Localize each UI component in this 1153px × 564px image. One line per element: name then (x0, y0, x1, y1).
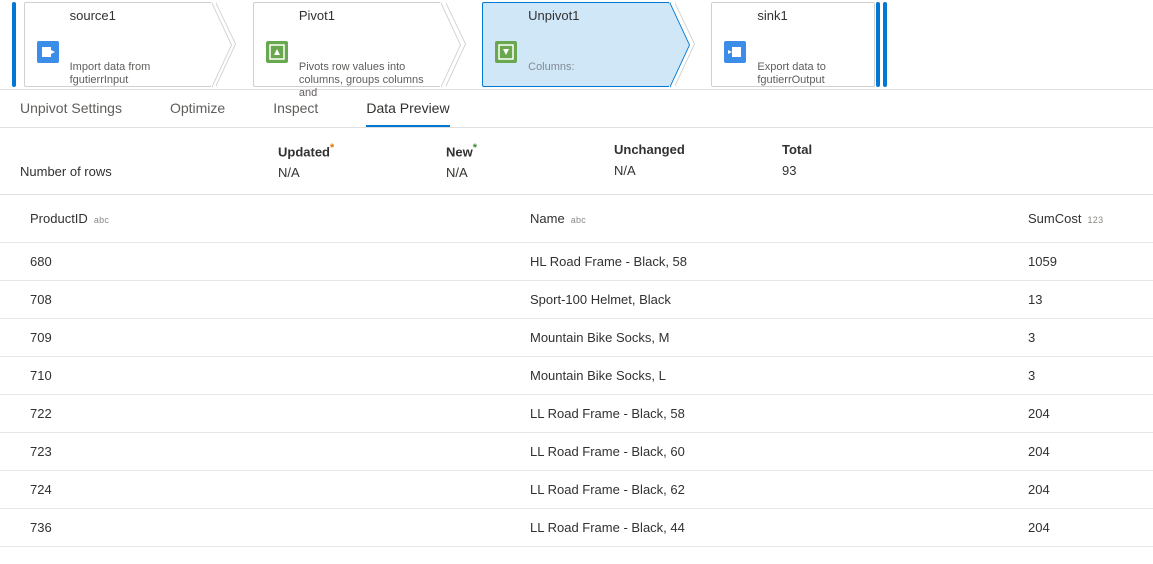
cell-name: LL Road Frame - Black, 44 (530, 520, 1028, 535)
cell-sumcost: 204 (1028, 406, 1141, 421)
flow-start-bar (12, 2, 16, 87)
summary-updated-header: Updated* (278, 142, 446, 159)
node-desc: Import data from fgutierrInput (70, 61, 203, 87)
cell-productid: 723 (30, 444, 530, 459)
node-title: Unpivot1 (528, 8, 661, 23)
node-title: Pivot1 (299, 8, 432, 23)
table-row[interactable]: 723LL Road Frame - Black, 60204 (0, 433, 1153, 471)
summary-new-header: New* (446, 142, 614, 159)
cell-productid: 709 (30, 330, 530, 345)
cell-sumcost: 3 (1028, 330, 1141, 345)
cell-name: Mountain Bike Socks, M (530, 330, 1028, 345)
sink-icon (724, 41, 746, 63)
node-desc: Pivots row values into columns, groups c… (299, 61, 432, 100)
node-desc: Columns: (528, 61, 661, 74)
node-title: sink1 (757, 8, 866, 23)
summary-rowcount-label: Number of rows (20, 142, 278, 180)
node-desc: Export data to fgutierrOutput (757, 61, 866, 87)
cell-name: LL Road Frame - Black, 58 (530, 406, 1028, 421)
table-row[interactable]: 710Mountain Bike Socks, L3 (0, 357, 1153, 395)
table-row[interactable]: 736LL Road Frame - Black, 44204 (0, 509, 1153, 547)
data-table: ProductIDabc Nameabc SumCost123 680HL Ro… (0, 195, 1153, 547)
flow-end-bars (873, 2, 887, 90)
unpivot-icon (495, 41, 517, 63)
pivot-icon (266, 41, 288, 63)
cell-name: LL Road Frame - Black, 60 (530, 444, 1028, 459)
col-header-name[interactable]: Nameabc (530, 211, 1028, 226)
table-row[interactable]: 708Sport-100 Helmet, Black13 (0, 281, 1153, 319)
cell-productid: 736 (30, 520, 530, 535)
tab-inspect[interactable]: Inspect (273, 100, 318, 127)
col-header-productid[interactable]: ProductIDabc (30, 211, 530, 226)
summary-unchanged-value: N/A (614, 163, 782, 178)
table-body: 680HL Road Frame - Black, 581059708Sport… (0, 243, 1153, 547)
summary-updated-value: N/A (278, 165, 446, 180)
table-row[interactable]: 722LL Road Frame - Black, 58204 (0, 395, 1153, 433)
cell-sumcost: 13 (1028, 292, 1141, 307)
flow-node-source1[interactable]: source1 Import data from fgutierrInput (24, 2, 212, 87)
source-icon (37, 41, 59, 63)
table-row[interactable]: 724LL Road Frame - Black, 62204 (0, 471, 1153, 509)
cell-productid: 724 (30, 482, 530, 497)
tab-data-preview[interactable]: Data Preview (366, 100, 449, 127)
summary-total-value: 93 (782, 163, 942, 178)
cell-name: Sport-100 Helmet, Black (530, 292, 1028, 307)
cell-name: LL Road Frame - Black, 62 (530, 482, 1028, 497)
cell-productid: 710 (30, 368, 530, 383)
flow-node-unpivot1[interactable]: Unpivot1 Columns: (482, 2, 670, 87)
cell-name: Mountain Bike Socks, L (530, 368, 1028, 383)
tab-unpivot-settings[interactable]: Unpivot Settings (20, 100, 122, 127)
table-row[interactable]: 709Mountain Bike Socks, M3 (0, 319, 1153, 357)
summary-row: Number of rows Updated* N/A New* N/A Unc… (0, 128, 1153, 195)
flow-node-sink1[interactable]: sink1 Export data to fgutierrOutput (711, 2, 875, 87)
cell-sumcost: 3 (1028, 368, 1141, 383)
flow-node-pivot1[interactable]: Pivot1 Pivots row values into columns, g… (253, 2, 441, 87)
cell-name: HL Road Frame - Black, 58 (530, 254, 1028, 269)
table-header-row: ProductIDabc Nameabc SumCost123 (0, 195, 1153, 243)
flow-canvas[interactable]: source1 Import data from fgutierrInput P… (0, 0, 1153, 90)
cell-productid: 708 (30, 292, 530, 307)
cell-productid: 680 (30, 254, 530, 269)
summary-unchanged-header: Unchanged (614, 142, 782, 157)
cell-sumcost: 1059 (1028, 254, 1141, 269)
cell-productid: 722 (30, 406, 530, 421)
table-row[interactable]: 680HL Road Frame - Black, 581059 (0, 243, 1153, 281)
tab-optimize[interactable]: Optimize (170, 100, 225, 127)
summary-new-value: N/A (446, 165, 614, 180)
node-title: source1 (70, 8, 203, 23)
tabs: Unpivot Settings Optimize Inspect Data P… (0, 90, 1153, 128)
cell-sumcost: 204 (1028, 444, 1141, 459)
col-header-sumcost[interactable]: SumCost123 (1028, 211, 1141, 226)
summary-total-header: Total (782, 142, 942, 157)
cell-sumcost: 204 (1028, 482, 1141, 497)
cell-sumcost: 204 (1028, 520, 1141, 535)
